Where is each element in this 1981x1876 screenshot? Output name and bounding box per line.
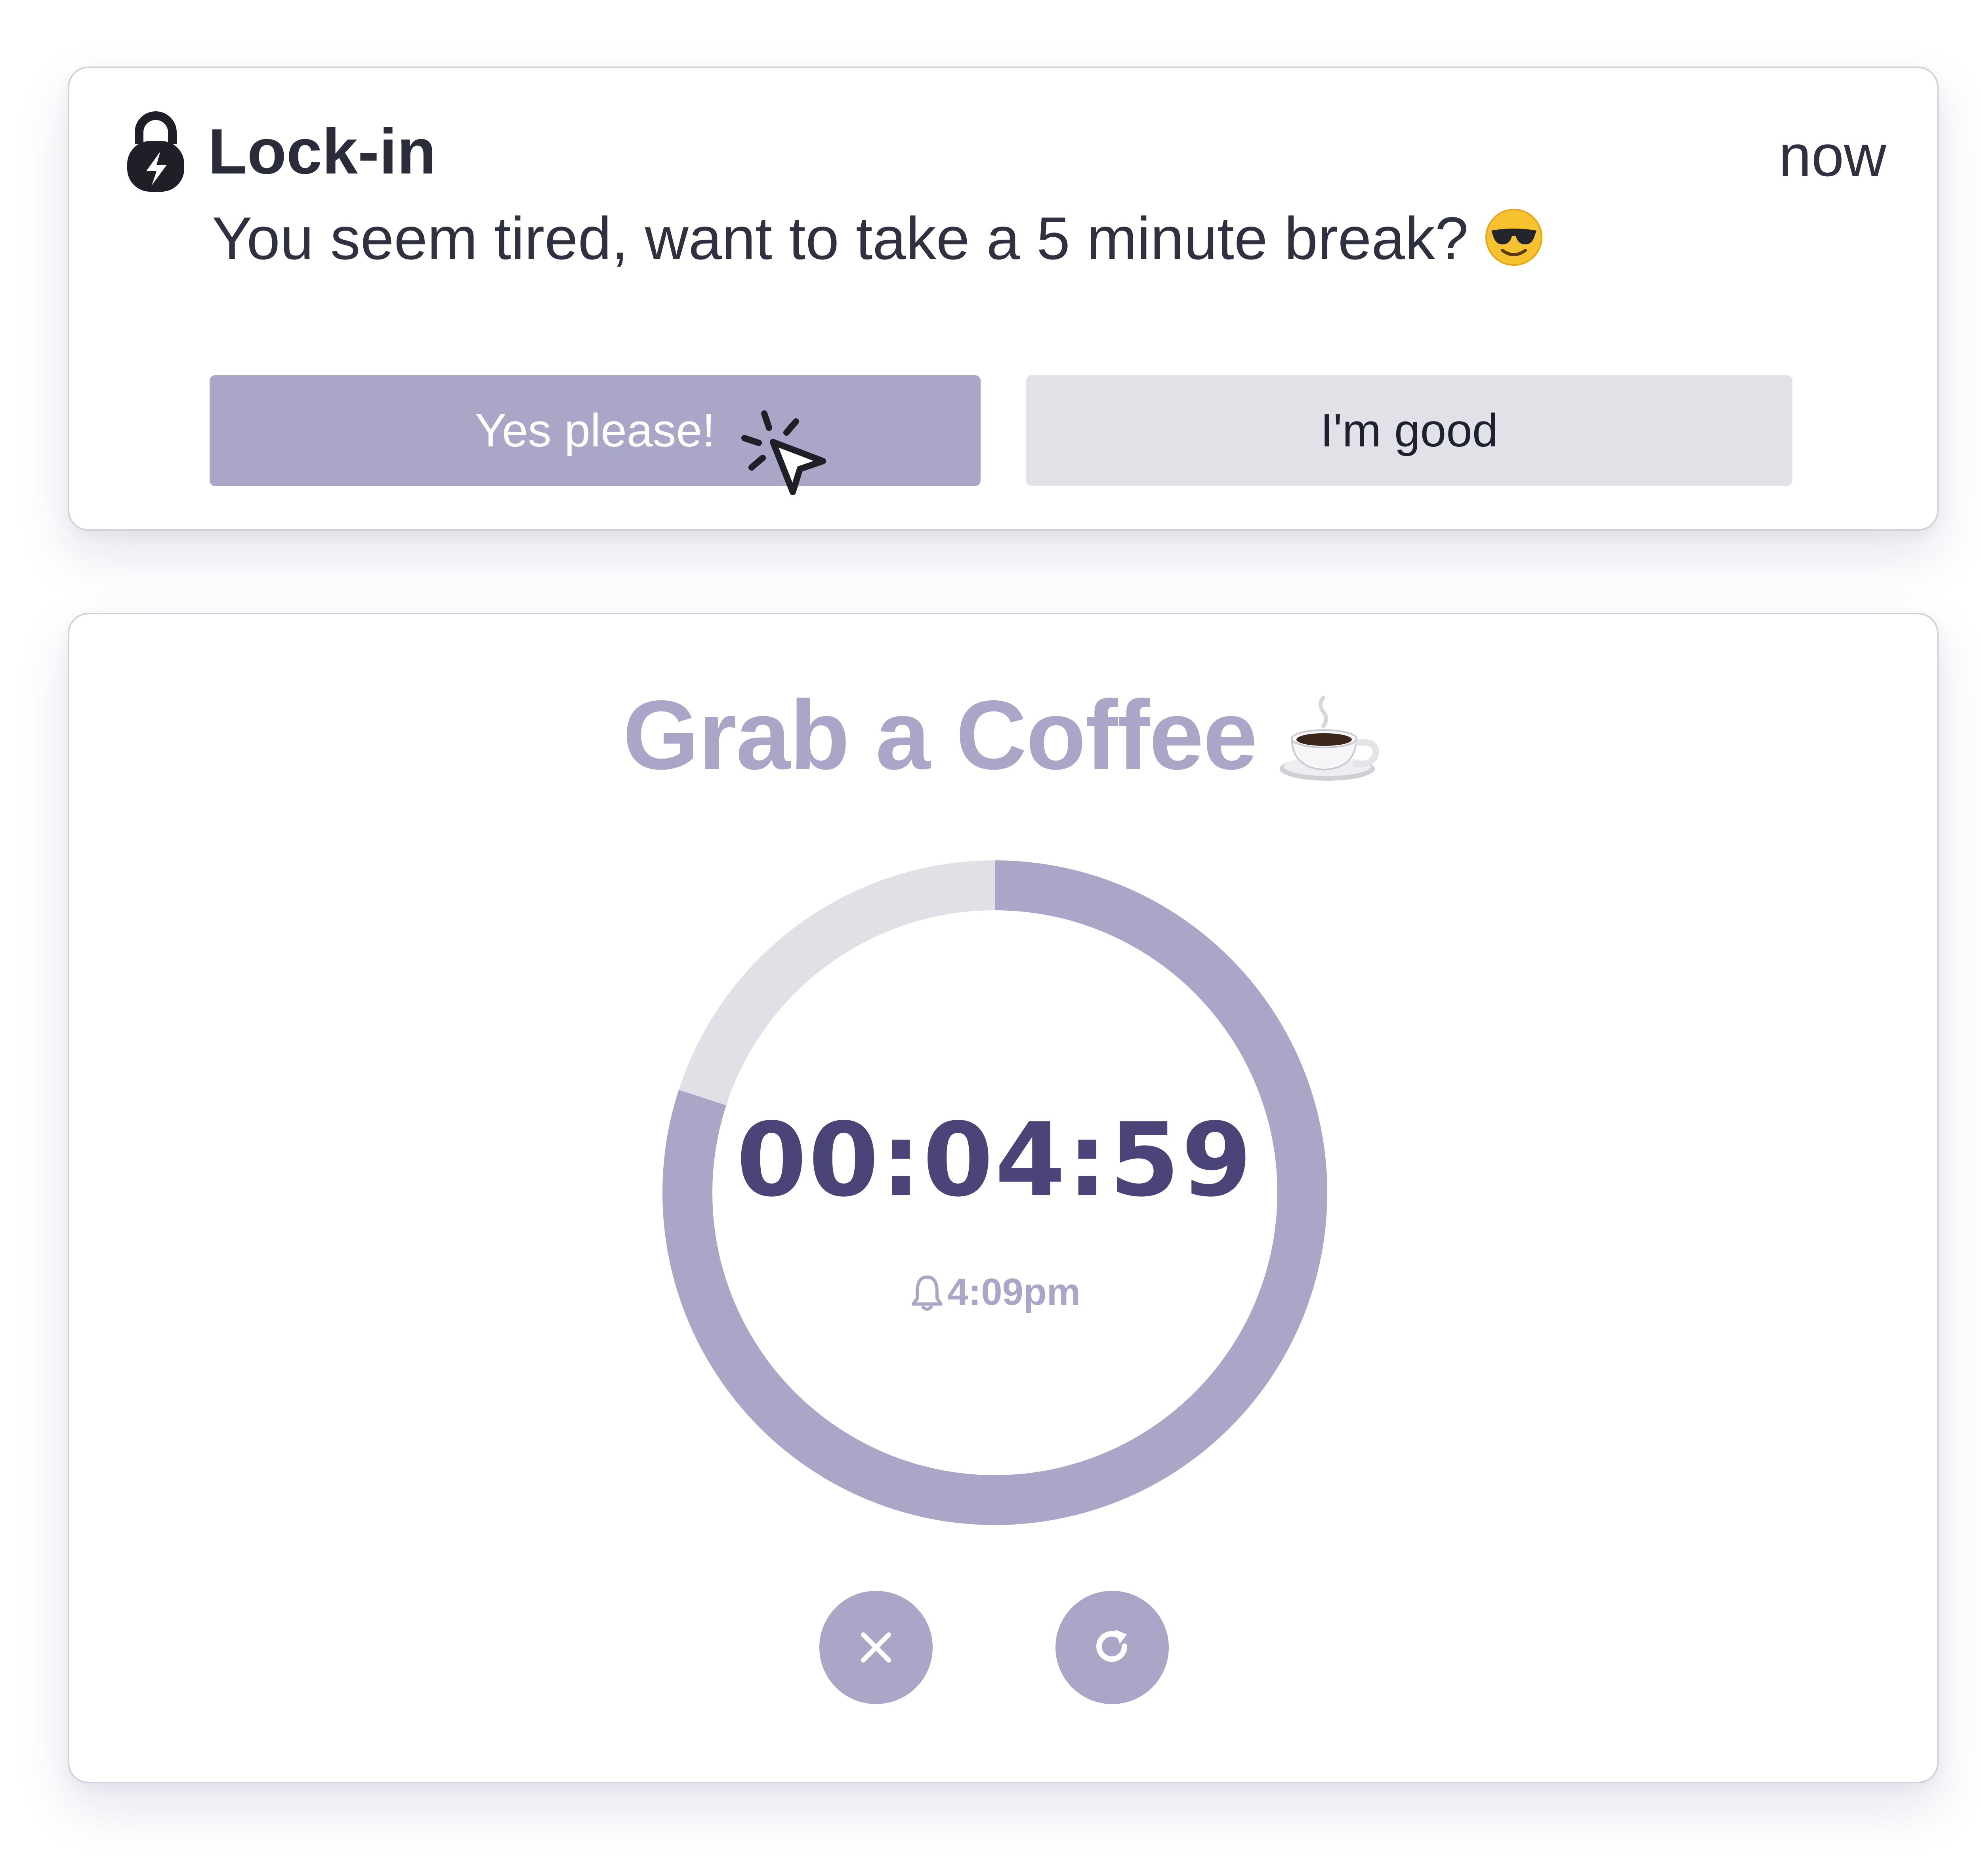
lock-lightning-icon	[127, 111, 184, 192]
notification-time: now	[1779, 123, 1886, 189]
notification-message: You seem tired, want to take a 5 minute …	[212, 208, 1544, 269]
alarm-time-label: 4:09pm	[947, 1271, 1081, 1313]
bell-icon	[911, 1275, 943, 1311]
reset-icon	[1096, 1630, 1128, 1662]
close-icon	[861, 1632, 891, 1662]
countdown-display: 00:04:59	[736, 1101, 1254, 1219]
alarm-time: 4:09pm	[662, 1270, 1328, 1314]
reset-timer-button[interactable]	[1055, 1591, 1169, 1704]
notification-message-text: You seem tired, want to take a 5 minute …	[212, 205, 1469, 272]
notification-card: Lock-in now You seem tired, want to take…	[68, 67, 1939, 531]
yes-please-button[interactable]: Yes please!	[210, 375, 981, 486]
break-timer-card: Grab a Coffee 00:04:59 4:09pm	[68, 613, 1939, 1783]
cancel-timer-button[interactable]	[819, 1591, 933, 1704]
smiling-face-with-sunglasses-icon	[1485, 209, 1543, 266]
click-cursor-icon	[741, 410, 826, 495]
app-name: Lock-in	[208, 116, 437, 187]
timer-title-text: Grab a Coffee	[622, 680, 1258, 790]
timer-title: Grab a Coffee	[69, 686, 1937, 785]
coffee-cup-icon	[1280, 696, 1379, 781]
im-good-button[interactable]: I'm good	[1026, 375, 1792, 486]
